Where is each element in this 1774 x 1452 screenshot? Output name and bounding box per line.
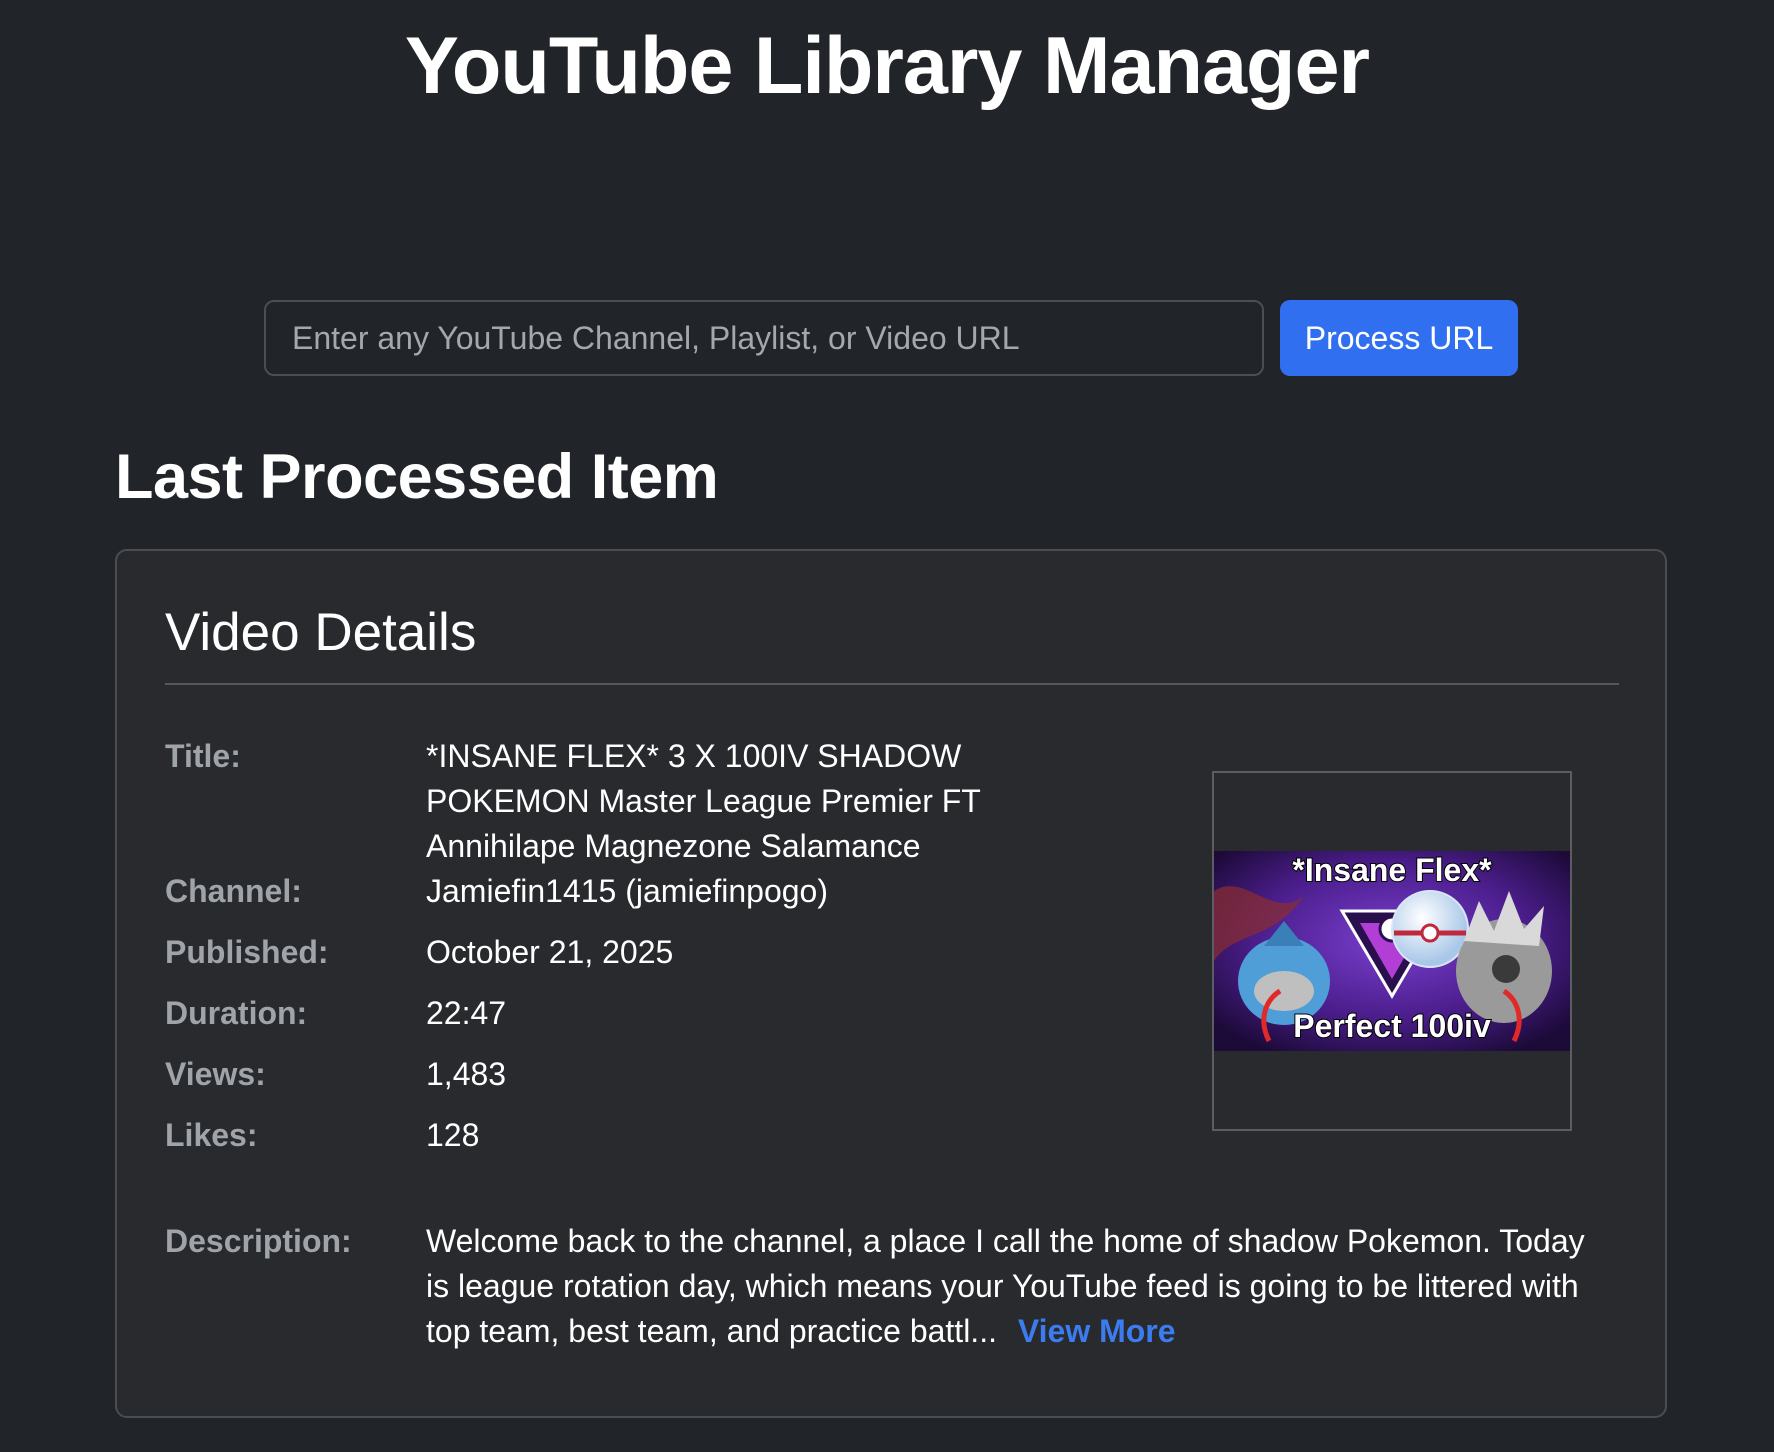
thumbnail-bottom-text: Perfect 100iv <box>1293 1008 1491 1044</box>
card-divider <box>165 683 1619 685</box>
description-text: Welcome back to the channel, a place I c… <box>426 1223 1585 1349</box>
video-details-card: Video Details Title: *INSANE FLEX* 3 X 1… <box>115 549 1667 1418</box>
annihilape-face <box>1492 955 1520 983</box>
channel-label: Channel: <box>165 873 302 909</box>
salamence-jaw <box>1254 971 1314 1011</box>
description-label: Description: <box>165 1223 352 1259</box>
thumbnail-image: *Insane Flex* Perfect 100iv <box>1214 851 1570 1051</box>
last-processed-heading: Last Processed Item <box>115 442 719 512</box>
video-thumbnail[interactable]: *Insane Flex* Perfect 100iv <box>1212 771 1572 1131</box>
thumbnail-top-text: *Insane Flex* <box>1292 852 1492 888</box>
views-label: Views: <box>165 1056 266 1092</box>
url-input[interactable] <box>264 300 1264 376</box>
process-url-button[interactable]: Process URL <box>1280 300 1518 376</box>
published-label: Published: <box>165 934 329 970</box>
published-value: October 21, 2025 <box>426 934 674 970</box>
channel-value: Jamiefin1415 (jamiefinpogo) <box>426 873 828 909</box>
likes-value: 128 <box>426 1117 480 1153</box>
url-form: Process URL <box>264 300 1518 376</box>
description-value: Welcome back to the channel, a place I c… <box>426 1219 1596 1354</box>
views-value: 1,483 <box>426 1056 507 1092</box>
duration-value: 22:47 <box>426 995 507 1031</box>
view-more-link[interactable]: View More <box>1018 1313 1176 1349</box>
premier-ball-button <box>1420 923 1440 943</box>
app-title: YouTube Library Manager <box>404 21 1370 111</box>
title-label: Title: <box>165 738 241 774</box>
duration-label: Duration: <box>165 995 308 1031</box>
card-title: Video Details <box>165 603 477 662</box>
title-value: *INSANE FLEX* 3 X 100IV SHADOW POKEMON M… <box>426 738 981 864</box>
likes-label: Likes: <box>165 1117 258 1153</box>
